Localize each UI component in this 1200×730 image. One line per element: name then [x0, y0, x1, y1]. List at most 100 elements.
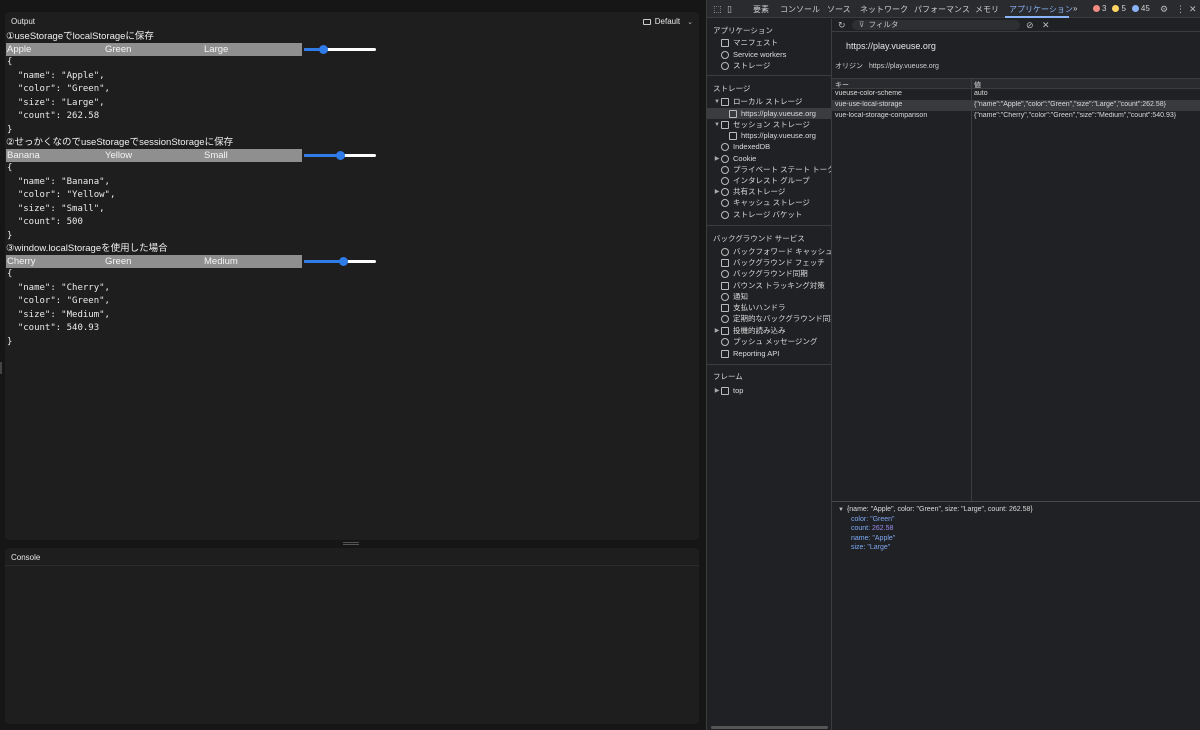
- sidebar-item-manifest[interactable]: マニフェスト: [707, 37, 831, 48]
- sidebar-item-storage[interactable]: ストレージ: [707, 60, 831, 71]
- sidebar-item-bfcache[interactable]: バックフォワード キャッシュ: [707, 246, 831, 257]
- settings-gear-icon[interactable]: ⚙: [1160, 4, 1168, 15]
- count-slider[interactable]: [304, 45, 376, 54]
- section-1: ①useStorageでlocalStorageに保存 Apple Green …: [6, 31, 696, 137]
- table-icon: [721, 97, 729, 106]
- sidebar-item-service-workers[interactable]: Service workers: [707, 49, 831, 60]
- tab-sources[interactable]: ソース: [827, 4, 851, 15]
- sidebar-divider: [707, 364, 831, 365]
- tab-network[interactable]: ネットワーク: [860, 4, 908, 15]
- sidebar-item-cookie[interactable]: ▶ Cookie: [707, 153, 831, 164]
- fetch-arrows-icon: [721, 326, 729, 335]
- preview-object-summary[interactable]: ▼ {name: "Apple", color: "Green", size: "…: [838, 505, 1033, 515]
- panel-resize-handle[interactable]: [343, 542, 359, 545]
- tab-elements[interactable]: 要素: [753, 4, 769, 15]
- collapsed-arrow-icon[interactable]: ▶: [713, 387, 721, 394]
- tab-application[interactable]: アプリケーション: [1009, 4, 1073, 15]
- storage-table: キー 値 vueuse-color-scheme auto vue-use-lo…: [832, 78, 1200, 122]
- refresh-icon[interactable]: ↻: [838, 20, 846, 31]
- pane-resize-edge[interactable]: [0, 362, 2, 374]
- tab-console[interactable]: コンソール: [780, 4, 820, 15]
- sidebar-item-storage-buckets[interactable]: ストレージ バケット: [707, 209, 831, 220]
- error-count-value: 3: [1102, 4, 1107, 13]
- sidebar-item-cache-storage[interactable]: キャッシュ ストレージ: [707, 197, 831, 208]
- count-slider[interactable]: [304, 257, 376, 266]
- sidebar-item-bounce-tracking[interactable]: バウンス トラッキング対策: [707, 280, 831, 291]
- input-row: Cherry Green Medium: [6, 255, 696, 268]
- color-cell[interactable]: Green: [105, 44, 131, 55]
- filter-icon: ⊽: [859, 20, 865, 29]
- frame-icon: [721, 386, 729, 395]
- sidebar-item-notifications[interactable]: 通知: [707, 291, 831, 302]
- name-cell[interactable]: Banana: [7, 150, 40, 161]
- color-cell[interactable]: Green: [105, 256, 131, 267]
- table-row[interactable]: vue-local-storage-comparison {"name":"Ch…: [832, 111, 1200, 122]
- sidebar-item-session-origin[interactable]: https://play.vueuse.org: [707, 130, 831, 141]
- sidebar-item-local-origin[interactable]: https://play.vueuse.org: [707, 108, 831, 119]
- slider-thumb[interactable]: [338, 257, 348, 266]
- sidebar-item-local-storage[interactable]: ▼ ローカル ストレージ: [707, 96, 831, 107]
- expanded-arrow-icon[interactable]: ▼: [713, 122, 721, 128]
- close-icon[interactable]: ✕: [1189, 4, 1197, 15]
- output-header: Output Default ⌄: [5, 12, 699, 30]
- more-tabs-button[interactable]: »: [1073, 4, 1077, 13]
- input-row-background: [6, 149, 302, 162]
- inspect-element-icon[interactable]: ⬚: [713, 4, 722, 15]
- table-row[interactable]: vueuse-color-scheme auto: [832, 89, 1200, 100]
- sidebar-item-periodic-sync[interactable]: 定期的なバックグラウンド同期: [707, 313, 831, 324]
- size-cell[interactable]: Medium: [204, 256, 238, 267]
- tab-memory[interactable]: メモリ: [975, 4, 999, 15]
- sidebar-item-payment-handler[interactable]: 支払いハンドラ: [707, 302, 831, 313]
- row-value: {"name":"Apple","color":"Green","size":"…: [974, 101, 1167, 108]
- console-title: Console: [11, 553, 41, 562]
- row-key: vue-local-storage-comparison: [835, 112, 928, 119]
- size-cell[interactable]: Small: [204, 150, 228, 161]
- filter-input[interactable]: ⊽ フィルタ: [852, 20, 1020, 30]
- sidebar-item-speculative-loads[interactable]: ▶ 投機的読み込み: [707, 325, 831, 336]
- collapsed-arrow-icon[interactable]: ▶: [713, 155, 721, 162]
- slider-thumb[interactable]: [319, 45, 329, 54]
- issue-counters[interactable]: 3 5 45: [1093, 4, 1150, 13]
- property-value: "Apple": [872, 534, 896, 542]
- table-row-selected[interactable]: vue-use-local-storage {"name":"Apple","c…: [832, 100, 1200, 111]
- property-value: "Large": [867, 543, 891, 551]
- tab-performance[interactable]: パフォーマンス: [914, 4, 970, 15]
- delete-selected-icon[interactable]: ✕: [1042, 20, 1050, 31]
- count-slider[interactable]: [304, 151, 376, 160]
- sidebar-item-background-fetch[interactable]: バックグラウンド フェッチ: [707, 257, 831, 268]
- name-cell[interactable]: Cherry: [7, 256, 36, 267]
- more-options-icon[interactable]: ⋮: [1176, 4, 1185, 15]
- size-cell[interactable]: Large: [204, 44, 228, 55]
- collapsed-arrow-icon[interactable]: ▶: [713, 327, 721, 334]
- device-select-button[interactable]: Default ⌄: [642, 15, 693, 28]
- preview-splitter[interactable]: [832, 501, 1200, 502]
- sidebar-item-private-state-tokens[interactable]: プライベート ステート トークン: [707, 164, 831, 175]
- sidebar-item-shared-storage[interactable]: ▶ 共有ストレージ: [707, 186, 831, 197]
- color-cell[interactable]: Yellow: [105, 150, 132, 161]
- origin-label: オリジン: [835, 63, 863, 70]
- database-icon: [721, 176, 729, 185]
- collapsed-arrow-icon[interactable]: ▶: [713, 188, 721, 195]
- sidebar-item-frame-top[interactable]: ▶ top: [707, 385, 831, 396]
- property-value: 262.58: [872, 525, 894, 533]
- device-toolbar-icon[interactable]: ▯: [727, 4, 732, 15]
- sidebar-item-reporting-api[interactable]: Reporting API: [707, 348, 831, 359]
- sidebar-item-session-storage[interactable]: ▼ セッション ストレージ: [707, 119, 831, 130]
- sidebar-item-indexeddb[interactable]: IndexedDB: [707, 141, 831, 152]
- storage-view: ↻ ⊽ フィルタ ⊘ ✕ https://play.vueuse.org オリジン…: [832, 19, 1200, 730]
- sidebar-scrollbar[interactable]: [711, 726, 828, 729]
- slider-thumb[interactable]: [336, 151, 345, 160]
- database-icon: [721, 198, 729, 207]
- expanded-arrow-icon[interactable]: ▼: [713, 99, 721, 105]
- clear-all-icon[interactable]: ⊘: [1026, 20, 1034, 31]
- sidebar-item-push-messaging[interactable]: プッシュ メッセージング: [707, 336, 831, 347]
- sidebar-item-background-sync[interactable]: バックグラウンド同期: [707, 268, 831, 279]
- active-tab-indicator: [1005, 16, 1069, 18]
- sidebar-item-label: バウンス トラッキング対策: [733, 281, 825, 290]
- input-row: Apple Green Large: [6, 43, 696, 56]
- document-icon: [721, 281, 729, 290]
- sidebar-item-interest-groups[interactable]: インタレスト グループ: [707, 175, 831, 186]
- expanded-arrow-icon[interactable]: ▼: [838, 507, 844, 513]
- name-cell[interactable]: Apple: [7, 44, 31, 55]
- sidebar-item-label: https://play.vueuse.org: [741, 131, 816, 140]
